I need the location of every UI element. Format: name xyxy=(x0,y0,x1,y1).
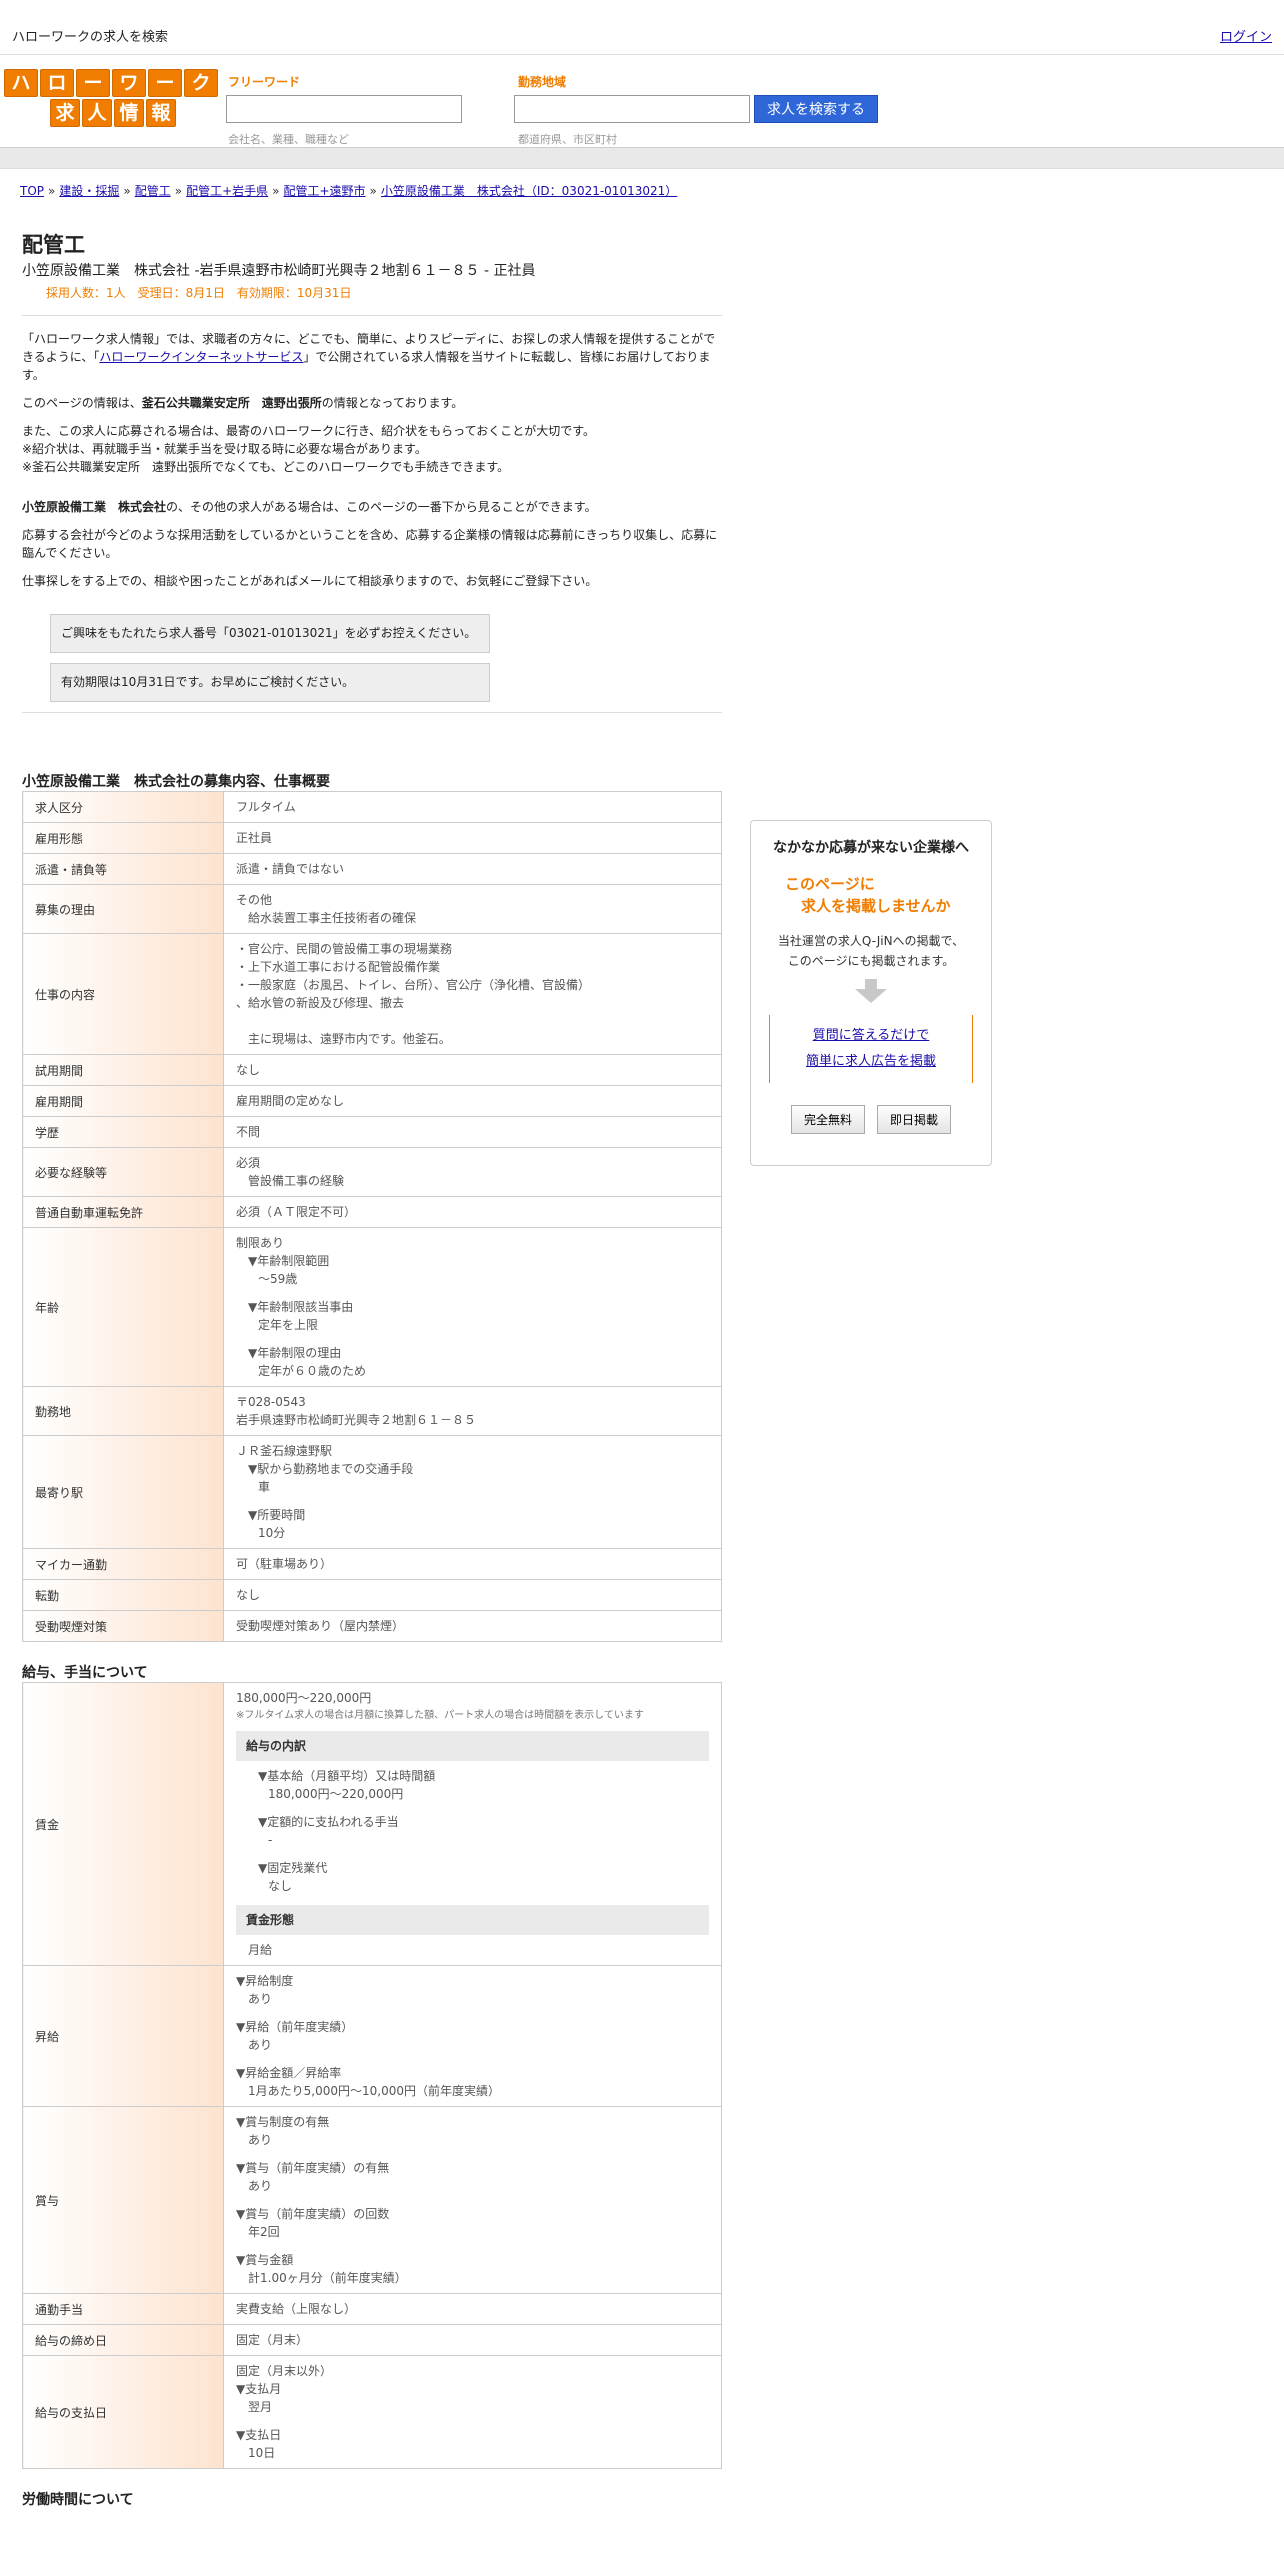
main-content: 配管工 小笠原設備工業 株式会社 -岩手県遠野市松崎町光興寺２地割６１－８５ -… xyxy=(22,232,722,2509)
hellowork-logo[interactable]: ハ ロ ー ワ ー ク 求 人 情 報 xyxy=(4,69,218,127)
logo-char: 人 xyxy=(82,99,112,127)
table-row: 受動喫煙対策 受動喫煙対策あり（屋内禁煙） xyxy=(22,1610,722,1642)
breadcrumb-link[interactable]: 建設・採掘 xyxy=(59,184,119,198)
table-row: 最寄り駅 ＪＲ釜石線遠野駅 ▼駅から勤務地までの交通手段車 ▼所要時間 10分 xyxy=(22,1435,722,1549)
job-title: 配管工 xyxy=(22,233,85,257)
table-row: 募集の理由 その他 給水装置工事主任技術者の確保 xyxy=(22,884,722,934)
answer-questions-link[interactable]: 質問に答えるだけで xyxy=(813,1028,930,1043)
breadcrumb-link[interactable]: 配管工+岩手県 xyxy=(186,184,268,198)
table-row: 通勤手当 実費支給（上限なし） xyxy=(22,2293,722,2325)
sidebar-title: なかなか応募が来ない企業様へ xyxy=(773,840,969,856)
table-row: 給与の締め日 固定（月末） xyxy=(22,2324,722,2356)
keyword-hint: 会社名、業種、職種など xyxy=(228,133,349,146)
logo-char: ー xyxy=(148,69,182,97)
breadcrumb-link[interactable]: 配管工+遠野市 xyxy=(283,184,365,198)
overview-table: 求人区分 フルタイム 雇用形態 正社員 派遣・請負等 派遣・請負ではない 募集の理由そ… xyxy=(22,791,722,1642)
area-label: 勤務地域 xyxy=(518,75,567,89)
table-row: 昇給 ▼昇給制度 あり ▼昇給（前年度実績） あり ▼昇給金額／昇給率 1月あたり5,… xyxy=(22,1965,722,2107)
post-job-ad-link[interactable]: 簡単に求人広告を掲載 xyxy=(806,1054,936,1069)
table-row: 学歴 不問 xyxy=(22,1116,722,1148)
free-button[interactable]: 完全無料 xyxy=(790,1105,865,1134)
breadcrumb-link[interactable]: TOP xyxy=(20,184,44,198)
table-row: 勤務地 〒028-0543 岩手県遠野市松崎町光興寺２地割６１－８５ xyxy=(22,1386,722,1436)
breadcrumb-link[interactable]: 配管工 xyxy=(135,184,171,198)
sidebar-buttons: 完全無料 即日掲載 xyxy=(751,1105,991,1134)
table-row: 派遣・請負等 派遣・請負ではない xyxy=(22,853,722,885)
other-jobs-paragraph: 小笠原設備工業 株式会社の、その他の求人がある場合は、このページの一番下から見る… xyxy=(22,500,597,514)
hellowork-internet-link[interactable]: ハローワークインターネットサービス xyxy=(99,350,303,364)
company-line: 小笠原設備工業 株式会社 -岩手県遠野市松崎町光興寺２地割６１－８５ - 正社員 xyxy=(22,263,536,279)
office-paragraph: このページの情報は、釜石公共職業安定所 遠野出張所の情報となっております。 xyxy=(22,396,464,410)
job-number-notice: ご興味をもたれたら求人番号「03021-01013021」を必ずお控えください。 xyxy=(50,614,490,653)
logo-char: 報 xyxy=(146,99,176,127)
expiry-notice: 有効期限は10月31日です。お早めにご検討ください。 xyxy=(50,663,490,702)
logo-char: ハ xyxy=(4,69,38,97)
table-row: 試用期間 なし xyxy=(22,1054,722,1086)
table-row: 給与の支払日 固定（月末以外） ▼支払月 翌月 ▼支払日 10日 xyxy=(22,2355,722,2469)
logo-char: ク xyxy=(184,69,218,97)
intro-paragraph: 「ハローワーク求人情報」では、求職者の方々に、どこでも、簡単に、よりスピーディに… xyxy=(22,332,716,382)
table-row: 普通自動車運転免許 必須（ＡＴ限定不可） xyxy=(22,1196,722,1228)
table-row: 賞与 ▼賞与制度の有無 あり ▼賞与（前年度実績）の有無 あり ▼賞与（前年度実績）… xyxy=(22,2106,722,2294)
table-row: 雇用期間 雇用期間の定めなし xyxy=(22,1085,722,1117)
table-row: 年齢 制限あり ▼年齢制限範囲 〜59歳 ▼年齢制限該当事由 定年を上限 ▼年齢制限の理由定… xyxy=(22,1227,722,1387)
logo-char: 求 xyxy=(50,99,80,127)
breadcrumb-link[interactable]: 小笠原設備工業 株式会社（ID：03021-01013021） xyxy=(381,184,677,198)
advertise-sidebar: なかなか応募が来ない企業様へ このページに 求人を掲載しませんか 当社運営の求人… xyxy=(750,820,992,1166)
table-row: 転勤 なし xyxy=(22,1579,722,1611)
consult-paragraph: 仕事探しをする上での、相談や困ったことがあればメールにて相談承りますので、お気軽… xyxy=(22,574,598,588)
area-hint: 都道府県、市区町村 xyxy=(518,133,617,146)
sidebar-catchphrase: このページに 求人を掲載しませんか xyxy=(785,875,951,915)
header: ハ ロ ー ワ ー ク 求 人 情 報 フリーワード 会社名、業種、職種など 勤… xyxy=(0,55,1284,147)
logo-char: ワ xyxy=(112,69,146,97)
divider xyxy=(22,315,722,316)
search-button[interactable]: 求人を検索する xyxy=(754,95,878,123)
sidebar-description: 当社運営の求人Q-JiNへの掲載で、 このページにも掲載されます。 xyxy=(777,934,965,968)
sidebar-link-box: 質問に答えるだけで 簡単に求人広告を掲載 xyxy=(769,1015,973,1083)
keyword-input[interactable] xyxy=(226,95,462,123)
section-title-salary: 給与、手当について xyxy=(22,1665,148,1681)
divider-band xyxy=(0,147,1284,169)
login-link[interactable]: ログイン xyxy=(1220,26,1272,45)
logo-char: ー xyxy=(76,69,110,97)
referral-paragraph: また、この求人に応募される場合は、最寄のハローワークに行き、紹介状をもらっておく… xyxy=(22,424,596,474)
section-title-overview: 小笠原設備工業 株式会社の募集内容、仕事概要 xyxy=(22,774,330,790)
table-row: 仕事の内容 ・官公庁、民間の管設備工事の現場業務 ・上下水道工事における配管設備作業… xyxy=(22,933,722,1055)
down-arrow-icon xyxy=(855,979,887,1003)
table-row: マイカー通勤 可（駐車場あり） xyxy=(22,1548,722,1580)
salary-table: 賃金 180,000円〜220,000円 ※フルタイム求人の場合は月額に換算した… xyxy=(22,1682,722,2469)
table-row: 必要な経験等 必須 管設備工事の経験 xyxy=(22,1147,722,1197)
same-day-button[interactable]: 即日掲載 xyxy=(877,1105,952,1134)
keyword-label: フリーワード xyxy=(228,75,301,89)
logo-char: 情 xyxy=(114,99,144,127)
divider xyxy=(22,712,722,713)
table-row: 雇用形態 正社員 xyxy=(22,822,722,854)
job-meta: 採用人数：1人 受理日：8月1日 有効期限：10月31日 xyxy=(46,286,352,300)
site-title: ハローワークの求人を検索 xyxy=(12,30,169,45)
breadcrumb: TOP» 建設・採掘» 配管工» 配管工+岩手県» 配管工+遠野市» 小笠原設備工業 株式… xyxy=(20,184,678,198)
area-input[interactable] xyxy=(514,95,750,123)
section-title-hours: 労働時間について xyxy=(22,2492,134,2508)
table-row: 賃金 180,000円〜220,000円 ※フルタイム求人の場合は月額に換算した… xyxy=(22,1682,722,1966)
table-row: 求人区分 フルタイム xyxy=(22,791,722,823)
top-bar: ハローワークの求人を検索 ログイン xyxy=(0,0,1284,55)
logo-char: ロ xyxy=(40,69,74,97)
advice-paragraph: 応募する会社が今どのような採用活動をしているかということを含め、応募する企業様の… xyxy=(22,528,718,560)
